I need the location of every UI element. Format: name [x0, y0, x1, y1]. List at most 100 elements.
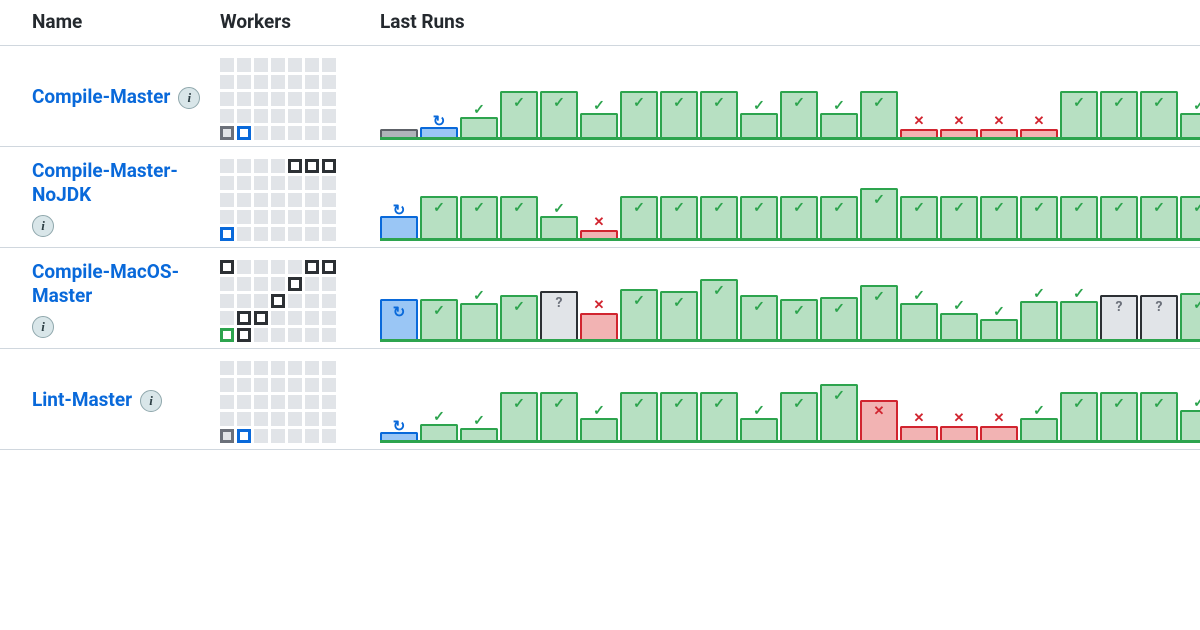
worker-cell[interactable] — [254, 58, 268, 72]
worker-cell[interactable] — [322, 210, 336, 224]
run-bar[interactable]: ↻ — [380, 432, 418, 440]
worker-cell[interactable] — [322, 176, 336, 190]
run-bar[interactable]: ✓ — [660, 91, 698, 137]
worker-cell[interactable] — [305, 328, 319, 342]
worker-cell[interactable] — [271, 395, 285, 409]
worker-cell[interactable] — [237, 126, 251, 140]
worker-cell[interactable] — [305, 311, 319, 325]
builder-link[interactable]: Compile-MacOS-Master — [32, 260, 220, 308]
run-bar[interactable]: ✓ — [700, 91, 738, 137]
worker-cell[interactable] — [237, 294, 251, 308]
run-bar[interactable]: ✓ — [1140, 196, 1178, 238]
worker-cell[interactable] — [288, 75, 302, 89]
worker-cell[interactable] — [254, 75, 268, 89]
run-bar[interactable]: ✓ — [780, 196, 818, 238]
worker-cell[interactable] — [271, 92, 285, 106]
worker-cell[interactable] — [254, 260, 268, 274]
worker-cell[interactable] — [288, 193, 302, 207]
worker-cell[interactable] — [237, 361, 251, 375]
run-bar[interactable]: ✓ — [1100, 91, 1138, 137]
worker-cell[interactable] — [305, 126, 319, 140]
worker-cell[interactable] — [322, 58, 336, 72]
worker-cell[interactable] — [220, 328, 234, 342]
run-bar[interactable]: ✓ — [700, 392, 738, 440]
run-bar[interactable]: ✓ — [1060, 91, 1098, 137]
worker-cell[interactable] — [288, 109, 302, 123]
builder-link[interactable]: Compile-Master-NoJDK — [32, 159, 220, 207]
run-bar[interactable]: ✓ — [1180, 410, 1200, 440]
run-bar[interactable]: ✓ — [540, 392, 578, 440]
worker-cell[interactable] — [271, 311, 285, 325]
worker-cell[interactable] — [288, 260, 302, 274]
run-bar[interactable]: ✓ — [740, 113, 778, 137]
run-bar[interactable]: ✓ — [700, 279, 738, 339]
run-bar[interactable]: ✓ — [1180, 113, 1200, 137]
worker-cell[interactable] — [271, 328, 285, 342]
run-bar[interactable]: ✕ — [940, 426, 978, 440]
worker-cell[interactable] — [305, 75, 319, 89]
run-bar[interactable]: ✓ — [420, 196, 458, 238]
worker-cell[interactable] — [305, 227, 319, 241]
worker-cell[interactable] — [288, 277, 302, 291]
run-bar[interactable]: ✓ — [660, 291, 698, 339]
run-bar[interactable]: ✕ — [860, 400, 898, 440]
run-bar[interactable]: ✓ — [620, 392, 658, 440]
run-bar[interactable]: ✓ — [460, 428, 498, 440]
worker-cell[interactable] — [254, 328, 268, 342]
run-bar[interactable]: ✓ — [900, 196, 938, 238]
worker-cell[interactable] — [288, 395, 302, 409]
worker-cell[interactable] — [254, 227, 268, 241]
worker-cell[interactable] — [305, 58, 319, 72]
run-bar[interactable]: ✓ — [1180, 196, 1200, 238]
worker-cell[interactable] — [254, 109, 268, 123]
run-bar[interactable]: ✓ — [500, 392, 538, 440]
worker-cell[interactable] — [305, 109, 319, 123]
worker-cell[interactable] — [322, 294, 336, 308]
run-bar[interactable]: ✕ — [900, 129, 938, 137]
worker-cell[interactable] — [305, 361, 319, 375]
worker-cell[interactable] — [271, 412, 285, 426]
worker-cell[interactable] — [305, 378, 319, 392]
worker-cell[interactable] — [220, 92, 234, 106]
worker-cell[interactable] — [322, 277, 336, 291]
worker-cell[interactable] — [288, 176, 302, 190]
run-bar[interactable]: ✓ — [1020, 418, 1058, 440]
run-bar[interactable]: ↻ — [380, 299, 418, 339]
run-bar[interactable]: ✓ — [500, 196, 538, 238]
run-bar[interactable]: ✓ — [540, 216, 578, 238]
worker-cell[interactable] — [220, 58, 234, 72]
worker-cell[interactable] — [322, 109, 336, 123]
worker-cell[interactable] — [271, 227, 285, 241]
worker-cell[interactable] — [322, 361, 336, 375]
run-bar[interactable]: ✓ — [460, 303, 498, 339]
run-bar[interactable]: ✓ — [1180, 293, 1200, 339]
worker-cell[interactable] — [237, 311, 251, 325]
worker-cell[interactable] — [305, 412, 319, 426]
worker-cell[interactable] — [220, 378, 234, 392]
worker-cell[interactable] — [271, 260, 285, 274]
worker-cell[interactable] — [288, 92, 302, 106]
run-bar[interactable]: ✓ — [1060, 196, 1098, 238]
worker-cell[interactable] — [254, 92, 268, 106]
worker-cell[interactable] — [237, 260, 251, 274]
worker-cell[interactable] — [254, 378, 268, 392]
run-bar[interactable]: ✓ — [820, 113, 858, 137]
worker-cell[interactable] — [220, 395, 234, 409]
worker-cell[interactable] — [220, 294, 234, 308]
worker-cell[interactable] — [254, 361, 268, 375]
worker-cell[interactable] — [237, 58, 251, 72]
worker-cell[interactable] — [271, 277, 285, 291]
builder-link[interactable]: Compile-Master — [32, 85, 170, 109]
run-bar[interactable]: ✕ — [1020, 129, 1058, 137]
worker-cell[interactable] — [254, 395, 268, 409]
info-icon[interactable]: i — [140, 390, 162, 412]
worker-cell[interactable] — [237, 92, 251, 106]
worker-cell[interactable] — [254, 193, 268, 207]
worker-cell[interactable] — [254, 311, 268, 325]
worker-cell[interactable] — [288, 378, 302, 392]
run-bar[interactable]: ✓ — [820, 384, 858, 440]
run-bar[interactable]: ✓ — [1100, 392, 1138, 440]
worker-cell[interactable] — [254, 210, 268, 224]
run-bar[interactable]: ✓ — [740, 295, 778, 339]
worker-cell[interactable] — [322, 227, 336, 241]
